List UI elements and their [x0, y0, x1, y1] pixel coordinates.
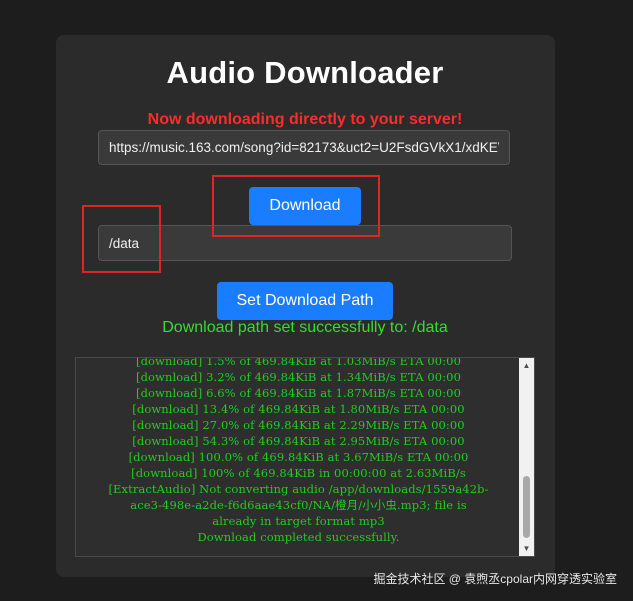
log-line: [download] 100.0% of 469.84KiB at 3.67Mi… — [128, 450, 469, 464]
annotation-box-download — [212, 175, 380, 237]
log-line: Download completed successfully. — [197, 530, 400, 544]
triangle-up-icon[interactable]: ▲ — [519, 358, 534, 373]
log-output[interactable]: [download] 1.5% of 469.84KiB at 1.03MiB/… — [75, 357, 535, 557]
scrollbar-thumb[interactable] — [523, 476, 530, 538]
log-line: [download] 3.2% of 469.84KiB at 1.34MiB/… — [135, 370, 462, 384]
log-line: already in target format mp3 — [212, 514, 385, 528]
log-line: [ExtractAudio] Not converting audio /app… — [108, 482, 489, 496]
status-message: Download path set successfully to: /data — [162, 319, 448, 336]
log-line: [download] 6.6% of 469.84KiB at 1.87MiB/… — [135, 386, 462, 400]
log-line: [download] 27.0% of 469.84KiB at 2.29MiB… — [132, 418, 465, 432]
log-scrollbar[interactable]: ▲ ▼ — [519, 358, 534, 556]
log-line: [download] 100% of 469.84KiB in 00:00:00… — [131, 466, 466, 480]
triangle-down-icon[interactable]: ▼ — [519, 541, 534, 556]
url-input[interactable] — [98, 130, 510, 165]
server-notice: Now downloading directly to your server! — [147, 111, 463, 128]
log-line: ace3-498e-a2de-f6d6aae43cf0/NA/橙月/小小虫.mp… — [130, 498, 467, 512]
page: Audio Downloader Now downloading directl… — [0, 0, 633, 601]
watermark: 掘金技术社区 @ 袁煦丞cpolar内网穿透实验室 — [373, 572, 617, 586]
page-title: Audio Downloader — [166, 55, 444, 90]
log-line: [download] 54.3% of 469.84KiB at 2.95MiB… — [132, 434, 465, 448]
log-line: [download] 13.4% of 469.84KiB at 1.80MiB… — [132, 402, 465, 416]
annotation-box-path — [82, 205, 161, 273]
log-text: [download] 1.5% of 469.84KiB at 1.03MiB/… — [76, 357, 521, 545]
log-line: [download] 1.5% of 469.84KiB at 1.03MiB/… — [135, 357, 462, 368]
set-download-path-button[interactable]: Set Download Path — [217, 282, 393, 320]
